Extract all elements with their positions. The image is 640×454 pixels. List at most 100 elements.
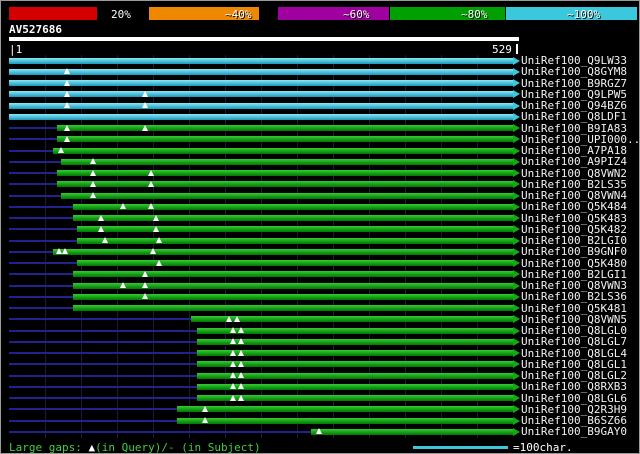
hit-bar[interactable] (197, 372, 513, 379)
hit-bar[interactable] (177, 417, 513, 424)
hit-bar[interactable] (76, 226, 513, 233)
purple-key-segment (278, 7, 389, 20)
hit-bar[interactable] (9, 80, 513, 86)
alignment-rows: UniRef100_Q9LW33 UniRef100_Q8GYM8 UniRef10… (1, 55, 639, 438)
hit-label[interactable]: UniRef100_A9PIZ4 (521, 156, 627, 168)
hit-arrow-icon (513, 315, 520, 324)
gap-marker-icon (90, 180, 96, 187)
hit-label[interactable]: UniRef100_Q8LGL7 (521, 336, 627, 348)
hit-bar[interactable] (60, 192, 513, 199)
hit-arrow-icon (513, 259, 520, 267)
gap-marker-icon (225, 315, 232, 322)
uncovered-query-line (9, 318, 192, 321)
gap-marker-icon (64, 79, 71, 86)
hit-arrow-icon (513, 180, 520, 189)
uncovered-query-line (9, 340, 198, 343)
hit-bar[interactable] (56, 136, 513, 143)
hit-bar[interactable] (60, 158, 513, 165)
hit-label[interactable]: UniRef100_Q8LDF1 (521, 111, 627, 123)
gap-marker-icon (230, 349, 237, 356)
gap-marker-icon (102, 237, 109, 243)
gap-marker-icon (55, 248, 62, 255)
hit-bar[interactable] (9, 113, 513, 120)
gap-marker-icon (97, 225, 104, 232)
hit-bar[interactable] (52, 147, 513, 154)
hit-bar[interactable] (197, 361, 513, 368)
hit-label[interactable]: UniRef100_Q5K484 (521, 201, 627, 213)
large-gaps-note: Large gaps: ▲(in Query)/- (in Subject) (9, 441, 261, 454)
gap-marker-icon (57, 147, 64, 153)
hit-label[interactable]: UniRef100_B9GNF0 (521, 246, 627, 258)
uncovered-query-line (9, 273, 73, 276)
gap-marker-icon (155, 259, 162, 266)
hit-bar[interactable] (72, 293, 513, 300)
blast-graphic-summary: 20% ~40% ~60% ~80% ~100% AV527686 |1 529 Uni… (0, 0, 640, 454)
hit-bar[interactable] (9, 68, 513, 75)
hit-bar[interactable] (76, 237, 513, 244)
gap-marker-icon (155, 237, 162, 243)
hit-bar[interactable] (197, 338, 513, 345)
hit-bar[interactable] (197, 350, 513, 356)
hit-arrow-icon (513, 169, 520, 177)
gap-marker-icon (153, 225, 159, 232)
uncovered-query-line (9, 239, 77, 242)
gap-marker-icon (141, 270, 148, 277)
hit-bar[interactable] (76, 260, 513, 266)
alignment-row: UniRef100_Q8LGL7 (1, 336, 639, 348)
query-bar (9, 37, 519, 41)
hit-bar[interactable] (197, 327, 513, 334)
hit-bar[interactable] (9, 91, 513, 98)
hit-bar[interactable] (197, 395, 513, 401)
key-label: ~80% (461, 8, 488, 21)
hit-bar[interactable] (177, 406, 513, 413)
hit-bar[interactable] (56, 170, 513, 176)
gap-marker-icon (141, 90, 148, 97)
gap-marker-icon (150, 248, 157, 255)
uncovered-query-line (9, 205, 73, 208)
hit-bar[interactable] (72, 203, 513, 210)
gap-marker-icon (64, 68, 71, 75)
hit-label[interactable]: UniRef100_Q8GYM8 (521, 66, 627, 78)
hit-arrow-icon (513, 67, 520, 76)
hit-arrow-icon (513, 236, 520, 245)
hit-label[interactable]: UniRef100_B2LS36 (521, 291, 627, 303)
hit-bar[interactable] (310, 428, 513, 435)
gap-marker-icon (237, 383, 244, 390)
hit-arrow-icon (513, 337, 520, 346)
uncovered-query-line (9, 329, 198, 332)
hit-bar[interactable] (72, 305, 513, 311)
uncovered-query-line (9, 127, 57, 129)
hit-bar[interactable] (72, 271, 513, 278)
hit-bar[interactable] (72, 215, 513, 221)
hit-label[interactable]: UniRef100_B9GAY0 (521, 426, 627, 438)
hit-bar[interactable] (52, 248, 513, 255)
key-label: ~60% (343, 8, 370, 21)
query-name: AV527686 (9, 23, 62, 36)
hit-arrow-icon (513, 360, 520, 369)
uncovered-query-line (9, 430, 311, 433)
hit-bar[interactable] (9, 102, 513, 109)
gap-marker-icon (230, 338, 237, 345)
gap-marker-icon (234, 315, 241, 322)
ruler: |1 529 (1, 43, 639, 56)
hit-bar[interactable] (197, 383, 513, 390)
hit-arrow-icon (513, 382, 520, 391)
gap-marker-icon (148, 169, 155, 176)
hit-label[interactable]: UniRef100_Q8RXB3 (521, 381, 627, 393)
gap-marker-icon (237, 372, 244, 378)
gaps-note-suffix: (in Query)/- (in Subject) (95, 441, 261, 454)
hit-arrow-icon (513, 281, 520, 290)
alignment-row: UniRef100_B9GNF0 (1, 246, 639, 258)
hit-bar[interactable] (56, 125, 513, 131)
gap-marker-icon (153, 214, 159, 221)
alignment-row: UniRef100_Q5K484 (1, 201, 639, 213)
hit-arrow-icon (513, 416, 520, 425)
gap-marker-icon (237, 338, 244, 345)
hit-bar[interactable] (56, 181, 513, 188)
hit-bar[interactable] (9, 57, 513, 64)
hit-bar[interactable] (72, 282, 513, 289)
gap-marker-icon (230, 360, 237, 367)
alignment-row: UniRef100_A9PIZ4 (1, 156, 639, 168)
hit-arrow-icon (513, 270, 520, 279)
gap-marker-icon (201, 417, 208, 423)
